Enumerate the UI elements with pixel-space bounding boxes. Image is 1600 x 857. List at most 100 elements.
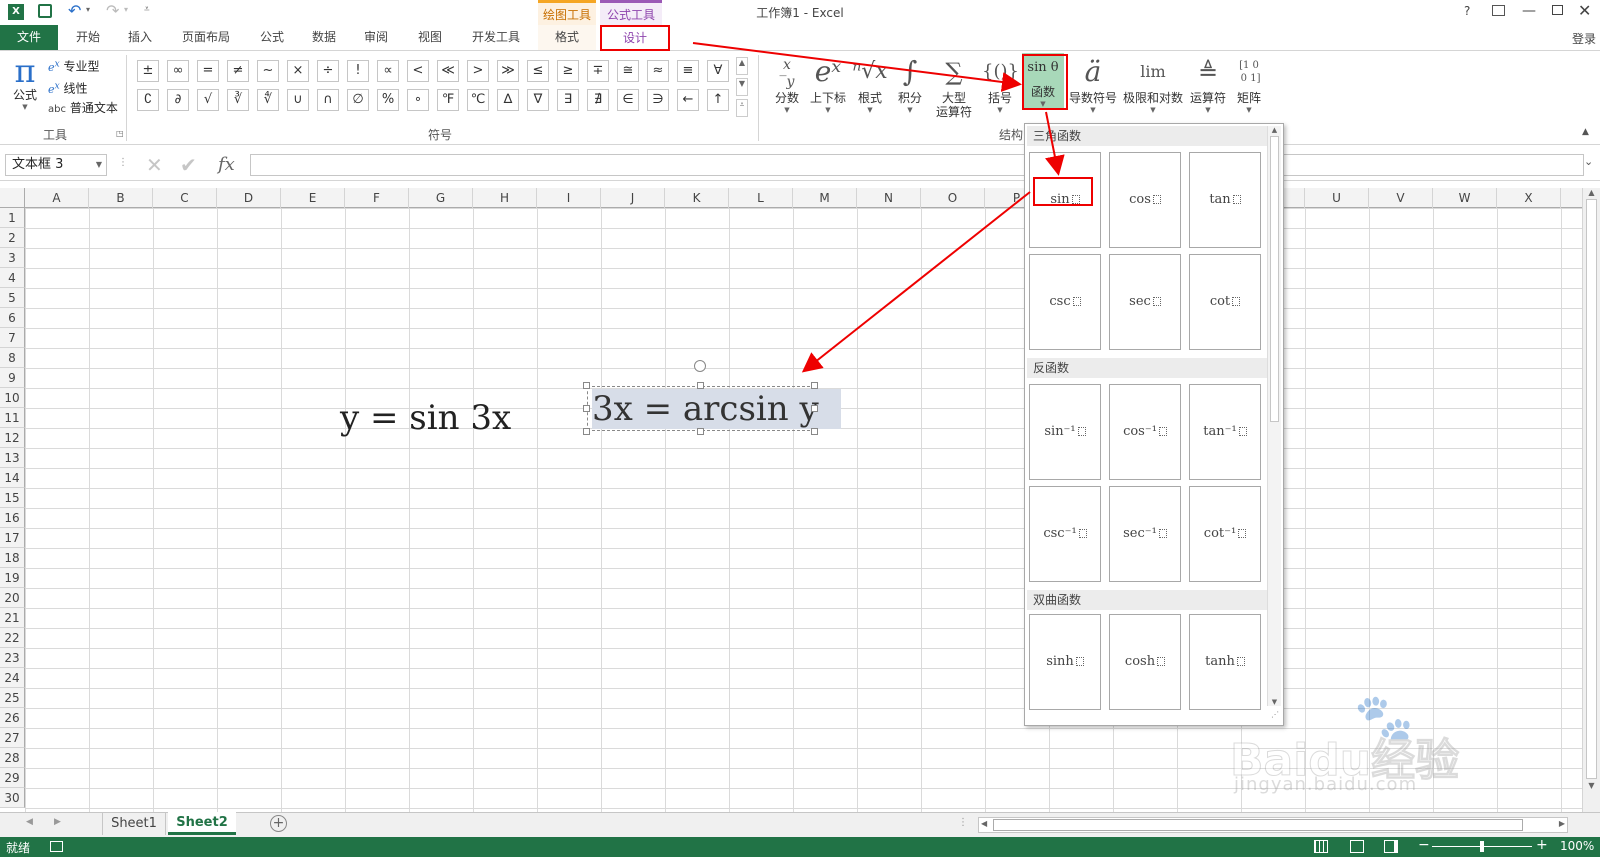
column-header[interactable]: V: [1369, 188, 1433, 208]
symbol-key[interactable]: %: [377, 89, 399, 111]
function-button[interactable]: sin θ 函数 ▼: [1022, 53, 1064, 109]
page-break-view-icon[interactable]: [1384, 840, 1398, 853]
row-header[interactable]: 6: [0, 308, 25, 328]
save-icon[interactable]: [38, 4, 52, 18]
excel-icon[interactable]: X: [8, 4, 24, 20]
zoom-slider[interactable]: [1432, 841, 1532, 852]
row-header[interactable]: 11: [0, 408, 25, 428]
scroll-thumb[interactable]: [1270, 136, 1279, 422]
tab-page-layout[interactable]: 页面布局: [172, 25, 240, 50]
gallery-scrollbar[interactable]: ▲ ▼: [1267, 126, 1281, 706]
accent-button[interactable]: ä 导数符号 ▼: [1066, 55, 1120, 114]
add-sheet-icon[interactable]: +: [270, 815, 287, 832]
cosh-template[interactable]: cosh: [1109, 614, 1181, 710]
symbol-key[interactable]: ∘: [407, 89, 429, 111]
arcsec-template[interactable]: sec⁻¹: [1109, 486, 1181, 582]
row-header[interactable]: 19: [0, 568, 25, 588]
redo-icon[interactable]: ↷: [106, 1, 119, 20]
row-header[interactable]: 16: [0, 508, 25, 528]
symbol-key[interactable]: ∓: [587, 60, 609, 82]
symbol-key[interactable]: ∀: [707, 60, 729, 82]
symbol-key[interactable]: ≪: [437, 60, 459, 82]
csc-template[interactable]: csc: [1029, 254, 1101, 350]
column-header[interactable]: N: [857, 188, 921, 208]
resize-handle[interactable]: [811, 405, 818, 412]
tab-home[interactable]: 开始: [66, 25, 110, 50]
symbol-key[interactable]: ∩: [317, 89, 339, 111]
ribbon-display-icon[interactable]: [1492, 5, 1505, 16]
symbol-key[interactable]: ∜: [257, 89, 279, 111]
script-button[interactable]: eˣ 上下标 ▼: [806, 55, 850, 114]
row-header[interactable]: 4: [0, 268, 25, 288]
help-icon[interactable]: ?: [1464, 4, 1470, 18]
tan-template[interactable]: tan: [1189, 152, 1261, 248]
symbol-key[interactable]: ∆: [497, 89, 519, 111]
row-header[interactable]: 2: [0, 228, 25, 248]
scroll-left-icon[interactable]: ◀: [981, 819, 987, 828]
row-header[interactable]: 9: [0, 368, 25, 388]
symbol-key[interactable]: ∂: [167, 89, 189, 111]
symbol-key[interactable]: <: [407, 60, 429, 82]
column-header[interactable]: I: [537, 188, 601, 208]
row-header[interactable]: 23: [0, 648, 25, 668]
column-header[interactable]: X: [1497, 188, 1561, 208]
symbol-key[interactable]: ∄: [587, 89, 609, 111]
symbol-key[interactable]: ℉: [437, 89, 459, 111]
symbol-key[interactable]: ∅: [347, 89, 369, 111]
customize-qat-icon[interactable]: ⩡: [144, 4, 150, 15]
macro-record-icon[interactable]: [50, 841, 63, 852]
arccos-template[interactable]: cos⁻¹: [1109, 384, 1181, 480]
row-header[interactable]: 20: [0, 588, 25, 608]
column-header[interactable]: H: [473, 188, 537, 208]
arccot-template[interactable]: cot⁻¹: [1189, 486, 1261, 582]
symbol-key[interactable]: ±: [137, 60, 159, 82]
row-header[interactable]: 27: [0, 728, 25, 748]
sheet-tab[interactable]: Sheet1: [102, 813, 166, 835]
row-header[interactable]: 14: [0, 468, 25, 488]
column-header[interactable]: K: [665, 188, 729, 208]
restore-icon[interactable]: [1552, 5, 1563, 15]
tab-data[interactable]: 数据: [302, 25, 346, 50]
symbol-key[interactable]: ∁: [137, 89, 159, 111]
name-box[interactable]: 文本框 3 ▼: [5, 154, 107, 176]
symbol-key[interactable]: ≥: [557, 60, 579, 82]
row-header[interactable]: 28: [0, 748, 25, 768]
symbol-key[interactable]: ÷: [317, 60, 339, 82]
select-all-corner[interactable]: [0, 188, 25, 208]
row-header[interactable]: 15: [0, 488, 25, 508]
symbol-key[interactable]: ≅: [617, 60, 639, 82]
sinh-template[interactable]: sinh: [1029, 614, 1101, 710]
row-header[interactable]: 3: [0, 248, 25, 268]
undo-dropdown-icon[interactable]: ▾: [86, 5, 90, 14]
resize-handle[interactable]: [583, 405, 590, 412]
symbol-key[interactable]: ∈: [617, 89, 639, 111]
scroll-down-icon[interactable]: ▼: [1583, 781, 1600, 790]
limit-log-button[interactable]: lim 极限和对数 ▼: [1120, 55, 1186, 114]
arctan-template[interactable]: tan⁻¹: [1189, 384, 1261, 480]
row-header[interactable]: 17: [0, 528, 25, 548]
zoom-in-icon[interactable]: +: [1536, 837, 1548, 853]
resize-handle[interactable]: [697, 428, 704, 435]
symbol-key[interactable]: ≤: [527, 60, 549, 82]
arcsin-template[interactable]: sin⁻¹: [1029, 384, 1101, 480]
normal-view-icon[interactable]: [1314, 840, 1328, 853]
tab-developer[interactable]: 开发工具: [464, 25, 528, 50]
equation-textbox[interactable]: 3x = arcsin y: [587, 386, 841, 431]
row-header[interactable]: 5: [0, 288, 25, 308]
row-header[interactable]: 1: [0, 208, 25, 228]
row-header[interactable]: 30: [0, 788, 25, 808]
row-header[interactable]: 7: [0, 328, 25, 348]
equation-1[interactable]: y = sin 3x: [340, 398, 511, 438]
cos-template[interactable]: cos: [1109, 152, 1181, 248]
symbol-key[interactable]: ∋: [647, 89, 669, 111]
sin-template[interactable]: sin: [1029, 152, 1101, 248]
chevron-down-icon[interactable]: ▼: [96, 155, 102, 175]
formula-input[interactable]: [250, 154, 1584, 176]
radical-button[interactable]: ⁿ√x 根式 ▼: [852, 55, 888, 114]
row-header[interactable]: 10: [0, 388, 25, 408]
column-header[interactable]: L: [729, 188, 793, 208]
fraction-button[interactable]: x ‾y 分数 ▼: [768, 55, 806, 114]
symbol-key[interactable]: !: [347, 60, 369, 82]
gallery-more-icon[interactable]: ⩡: [736, 99, 748, 117]
symbol-key[interactable]: >: [467, 60, 489, 82]
